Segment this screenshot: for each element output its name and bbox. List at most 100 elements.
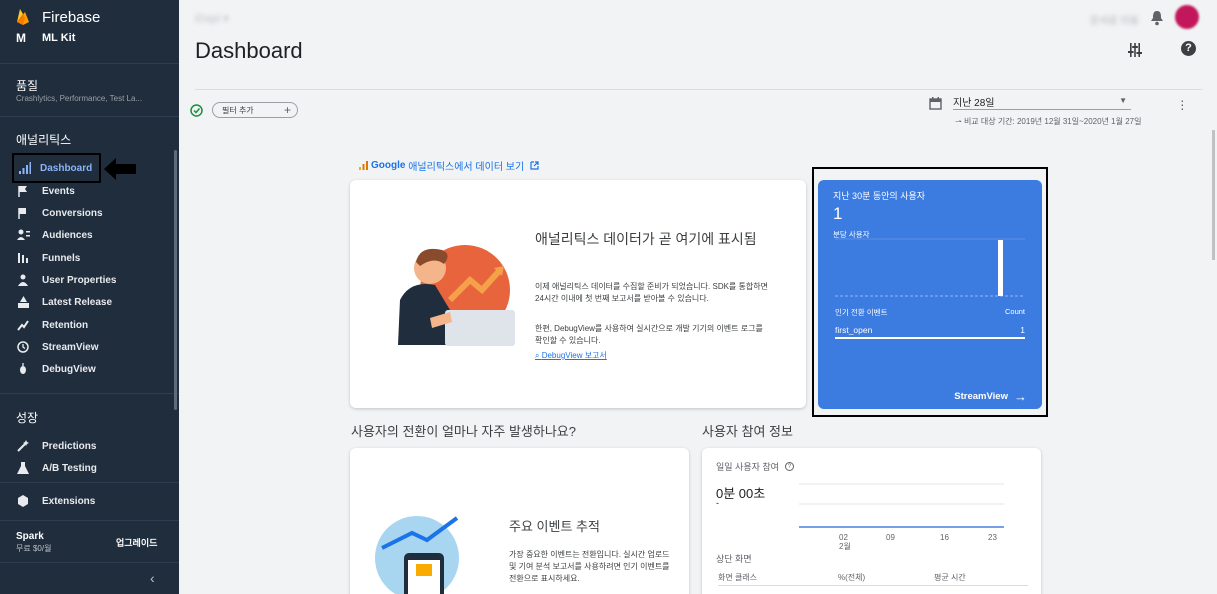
tune-icon[interactable] <box>1128 43 1142 57</box>
divider <box>0 562 179 563</box>
flask-icon <box>16 461 30 475</box>
realtime-users-card[interactable]: 지난 30분 동안의 사용자 1 분당 사용자 인기 전환 이벤트 Count … <box>818 180 1042 409</box>
main-card-description-debug: 한편, DebugView를 사용하여 실시간으로 개발 기기의 이벤트 로그를… <box>535 324 763 345</box>
divider <box>0 520 179 521</box>
user-property-icon <box>16 273 30 287</box>
event-row[interactable]: first_open 1 <box>835 325 1025 339</box>
page-scrollbar[interactable] <box>1212 130 1215 260</box>
plus-icon: + <box>283 103 291 117</box>
ga-link[interactable]: Google 애널리틱스에서 데이터 보기 <box>359 158 539 173</box>
open-external-icon <box>530 161 539 170</box>
sidebar-item-label: Audiences <box>42 229 93 241</box>
help-circle-icon[interactable]: ? <box>784 462 794 471</box>
sidebar-item-funnels[interactable]: Funnels <box>16 249 166 267</box>
arrow-right-icon: → <box>1014 389 1027 404</box>
sidebar-item-events[interactable]: Events <box>16 182 166 200</box>
project-selector[interactable]: iDapl ▾ <box>195 12 229 25</box>
section-title-quality[interactable]: 품질 <box>16 77 38 94</box>
firebase-brand[interactable]: Firebase <box>16 8 100 26</box>
sidebar-item-extensions[interactable]: Extensions <box>16 492 166 510</box>
sidebar-item-label: Conversions <box>42 207 103 219</box>
x-tick-label: 16 <box>940 533 949 542</box>
sidebar-item-label: Latest Release <box>42 296 113 308</box>
calendar-icon <box>929 97 942 110</box>
page-title: Dashboard <box>195 38 303 63</box>
screens-table-header: 화면 클래스 %(전체) 평균 시간 <box>718 572 1028 586</box>
main-card-description: 이제 애널리틱스 데이터를 수집할 준비가 되었습니다. SDK를 통합하면 2… <box>535 282 768 303</box>
column-header-avg-time: 평균 시간 <box>934 573 966 582</box>
section-title-analytics: 애널리틱스 <box>16 133 72 147</box>
retention-icon <box>16 318 30 332</box>
sidebar-item-label: Dashboard <box>40 162 93 174</box>
column-header-percent: %(전체) <box>838 573 866 582</box>
x-tick-label: 09 <box>886 533 895 542</box>
add-filter-chip[interactable]: 필터 추가 + <box>212 102 298 118</box>
sidebar-item-label: DebugView <box>42 363 96 375</box>
conversion-card-description: 가장 중요한 이벤트는 전환입니다. 실시간 업로드 및 기여 분석 보고서를 … <box>509 550 670 583</box>
sidebar-item-label: Extensions <box>42 495 96 507</box>
count-column-label: Count <box>1004 307 1025 316</box>
analytics-logo-icon <box>359 161 368 170</box>
sidebar-item-debugview[interactable]: DebugView <box>16 360 166 378</box>
sidebar: Firebase M ML Kit 품질 Crashlytics, Perfor… <box>0 0 179 594</box>
sidebar-item-audiences[interactable]: Audiences <box>16 226 166 244</box>
sidebar-item-conversions[interactable]: Conversions <box>16 204 166 222</box>
project-name: iDapl <box>195 13 221 25</box>
realtime-user-count: 1 <box>833 204 843 223</box>
brand-name: Firebase <box>42 8 101 26</box>
sidebar-item-dashboard[interactable]: Dashboard <box>12 153 101 183</box>
header-divider <box>195 89 1202 90</box>
conversion-card: 주요 이벤트 추적 가장 중요한 이벤트는 전환입니다. 실시간 업로드 및 기… <box>350 448 689 594</box>
bar-chart-icon <box>18 161 32 175</box>
divider <box>0 393 179 394</box>
compare-period: ⇀ 비교 대상 기간: 2019년 12월 31일~2020년 1월 27일 <box>955 116 1141 127</box>
help-icon[interactable]: ? <box>1181 41 1196 56</box>
sidebar-scrollbar[interactable] <box>174 150 177 410</box>
avatar[interactable] <box>1175 5 1199 29</box>
sidebar-item-label: StreamView <box>42 341 99 353</box>
search-icon: ⌕ <box>535 351 542 360</box>
compare-arrows-icon: ⇀ <box>955 117 964 126</box>
annotation-arrow-icon <box>104 158 136 180</box>
sidebar-item-label: Events <box>42 185 75 197</box>
sidebar-item-predictions[interactable]: Predictions <box>16 437 166 455</box>
event-name: first_open <box>835 325 873 335</box>
sidebar-item-label: ML Kit <box>42 32 76 44</box>
sidebar-item-user-properties[interactable]: User Properties <box>16 271 166 289</box>
top-screens-title: 상단 화면 <box>716 554 752 564</box>
top-events-label: 인기 전환 이벤트 <box>835 308 888 317</box>
collapse-sidebar-icon[interactable]: ‹ <box>150 570 155 586</box>
debug-icon <box>16 362 30 376</box>
daily-engagement-title: 일일 사용자 참여 ? <box>716 460 794 473</box>
wand-icon <box>16 439 30 453</box>
main-card-title: 애널리틱스 데이터가 곧 여기에 표시됨 <box>535 231 757 247</box>
column-header-screen: 화면 클래스 <box>718 573 758 582</box>
upgrade-button[interactable]: 업그레이드 <box>116 536 157 549</box>
ga-link-brand: Google <box>371 160 406 171</box>
dropdown-caret-icon: ▼ <box>1119 96 1127 105</box>
debugview-link-label: DebugView 보고서 <box>541 351 607 360</box>
debugview-report-link[interactable]: ⌕ DebugView 보고서 <box>535 350 607 361</box>
divider <box>0 116 179 117</box>
sidebar-item-retention[interactable]: Retention <box>16 316 166 334</box>
date-range-select[interactable]: 지난 28일 ▼ <box>953 94 1131 110</box>
docs-link[interactable]: 문서로 이동 <box>1090 12 1139 27</box>
sidebar-item-latest-release[interactable]: Latest Release <box>16 293 166 311</box>
analyst-illustration-icon <box>398 245 515 346</box>
more-vert-icon[interactable]: · · · <box>1180 93 1185 115</box>
divider <box>0 482 179 483</box>
sidebar-item-mlkit[interactable]: M ML Kit <box>16 31 75 45</box>
sidebar-item-streamview[interactable]: StreamView <box>16 338 166 356</box>
streamview-link-label: StreamView <box>954 391 1008 402</box>
date-range-value: 지난 28일 <box>953 98 995 109</box>
sidebar-item-label: Predictions <box>42 440 97 452</box>
users-per-minute-chart <box>835 238 1025 297</box>
sidebar-item-label: A/B Testing <box>42 462 97 474</box>
mlkit-icon: M <box>16 31 26 45</box>
sidebar-item-ab-testing[interactable]: A/B Testing <box>16 459 166 477</box>
notifications-bell-icon[interactable] <box>1150 10 1164 26</box>
analytics-pending-card: 애널리틱스 데이터가 곧 여기에 표시됨 이제 애널리틱스 데이터를 수집할 준… <box>350 180 806 408</box>
sidebar-item-label: User Properties <box>42 274 117 286</box>
ga-link-text: 애널리틱스에서 데이터 보기 <box>408 162 525 173</box>
streamview-link[interactable]: StreamView → <box>954 389 1027 404</box>
